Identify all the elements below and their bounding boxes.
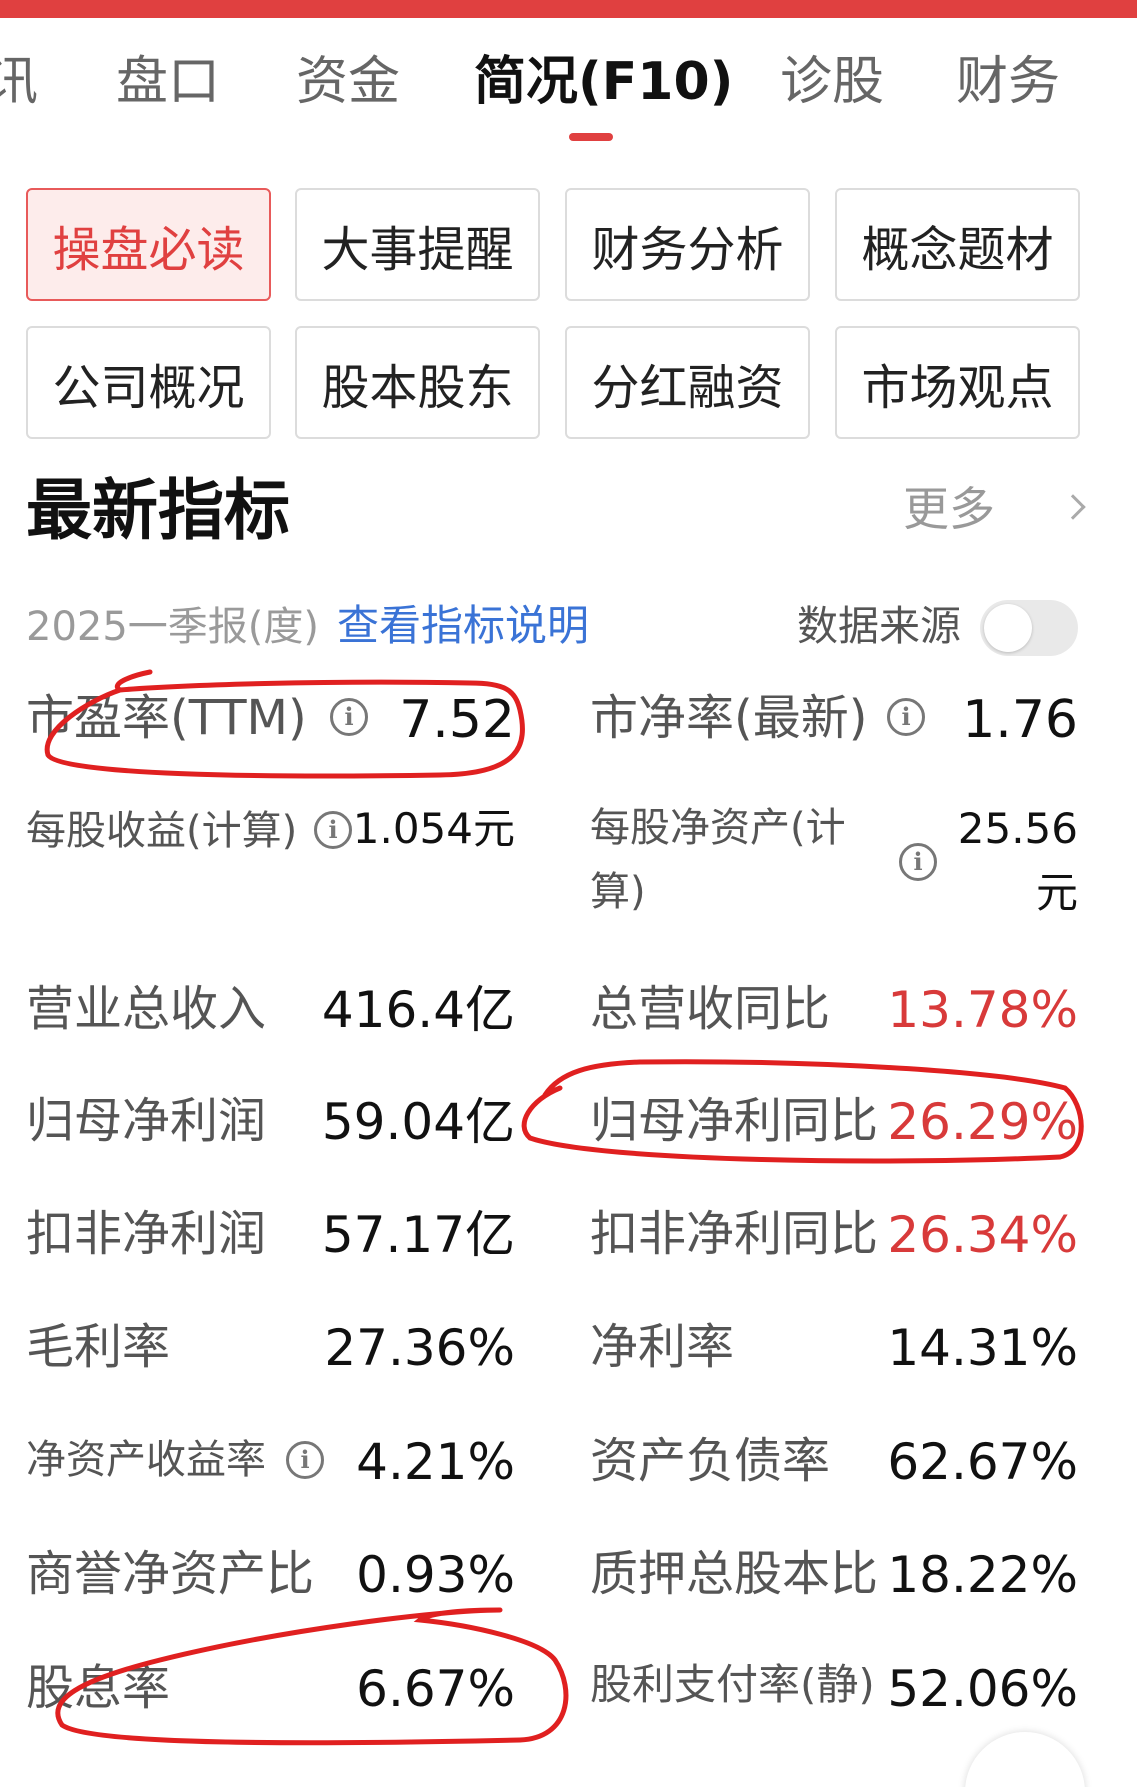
report-period: 2025一季报(度) <box>26 604 320 650</box>
top-status-strip <box>0 0 1137 18</box>
explain-indicators-link[interactable]: 查看指标说明 <box>337 605 589 647</box>
revenue-yoy-value: 13.78% <box>887 981 1078 1039</box>
bps-label-line2: 算) <box>590 869 646 915</box>
eps-label: 每股收益(计算) <box>26 808 298 854</box>
button-concept-themes[interactable]: 概念题材 <box>835 188 1080 301</box>
net-profit-yoy-label: 归母净利同比 <box>590 1093 879 1149</box>
bps-value-line1: 25.56 <box>957 804 1078 853</box>
floating-action-button[interactable] <box>965 1732 1085 1787</box>
more-link[interactable]: 更多 <box>903 486 995 532</box>
button-market-views[interactable]: 市场观点 <box>835 326 1080 439</box>
tab-order-book[interactable]: 盘口 <box>116 56 220 108</box>
info-icon[interactable]: i <box>887 698 925 736</box>
debt-ratio-value: 62.67% <box>887 1433 1078 1491</box>
roe-value: 4.21% <box>356 1433 515 1491</box>
tab-finance[interactable]: 财务 <box>956 56 1060 108</box>
button-trading-essentials[interactable]: 操盘必读 <box>26 188 271 301</box>
roe-label: 净资产收益率 <box>26 1437 266 1483</box>
button-shareholders[interactable]: 股本股东 <box>295 326 540 439</box>
debt-ratio-label: 资产负债率 <box>590 1433 831 1489</box>
toggle-knob <box>984 604 1032 652</box>
data-source-toggle[interactable] <box>980 600 1078 656</box>
dividend-yield-value: 6.67% <box>356 1660 515 1718</box>
deducted-profit-label: 扣非净利润 <box>26 1206 267 1262</box>
info-icon[interactable]: i <box>314 811 352 849</box>
tab-capital[interactable]: 资金 <box>296 56 400 108</box>
tab-diagnosis[interactable]: 诊股 <box>780 56 884 108</box>
pledge-value: 18.22% <box>887 1546 1078 1604</box>
deducted-profit-value: 57.17亿 <box>321 1206 515 1264</box>
pe-value: 7.52 <box>399 690 515 750</box>
tab-news[interactable]: 讯 <box>0 56 38 108</box>
deducted-profit-yoy-value: 26.34% <box>887 1206 1078 1264</box>
revenue-yoy-label: 总营收同比 <box>590 981 831 1037</box>
bps-label-line1: 每股净资产(计 <box>590 805 846 851</box>
button-event-reminders[interactable]: 大事提醒 <box>295 188 540 301</box>
payout-value: 52.06% <box>887 1660 1078 1718</box>
pe-label: 市盈率(TTM) <box>26 690 307 746</box>
info-icon[interactable]: i <box>286 1441 324 1479</box>
deducted-profit-yoy-label: 扣非净利同比 <box>590 1206 879 1262</box>
button-company-profile[interactable]: 公司概况 <box>26 326 271 439</box>
tab-bar: 讯 盘口 资金 简况(F10) 诊股 财务 <box>0 18 1137 141</box>
info-icon[interactable]: i <box>330 698 368 736</box>
tab-f10-overview[interactable]: 简况(F10) <box>474 56 733 108</box>
eps-value: 1.054元 <box>352 804 515 853</box>
active-tab-indicator <box>569 133 613 141</box>
revenue-value: 416.4亿 <box>321 981 515 1039</box>
gross-margin-label: 毛利率 <box>26 1319 171 1375</box>
net-margin-label: 净利率 <box>590 1319 735 1375</box>
payout-label: 股利支付率(静) <box>590 1660 875 1709</box>
bps-value-line2: 元 <box>1035 868 1078 917</box>
revenue-label: 营业总收入 <box>26 981 267 1037</box>
net-profit-label: 归母净利润 <box>26 1093 267 1149</box>
gross-margin-value: 27.36% <box>324 1319 515 1377</box>
dividend-yield-label: 股息率 <box>26 1660 171 1716</box>
goodwill-value: 0.93% <box>356 1546 515 1604</box>
net-profit-value: 59.04亿 <box>321 1093 515 1151</box>
net-margin-value: 14.31% <box>887 1319 1078 1377</box>
data-source-label: 数据来源 <box>797 602 961 650</box>
pledge-label: 质押总股本比 <box>590 1546 879 1602</box>
pb-value: 1.76 <box>962 690 1078 750</box>
net-profit-yoy-value: 26.29% <box>887 1093 1078 1151</box>
button-financial-analysis[interactable]: 财务分析 <box>565 188 810 301</box>
pb-label: 市净率(最新) <box>590 690 868 746</box>
goodwill-label: 商誉净资产比 <box>26 1546 315 1602</box>
chevron-right-icon[interactable] <box>1060 494 1086 520</box>
button-dividend-financing[interactable]: 分红融资 <box>565 326 810 439</box>
section-title: 最新指标 <box>26 472 290 549</box>
info-icon[interactable]: i <box>899 843 937 881</box>
